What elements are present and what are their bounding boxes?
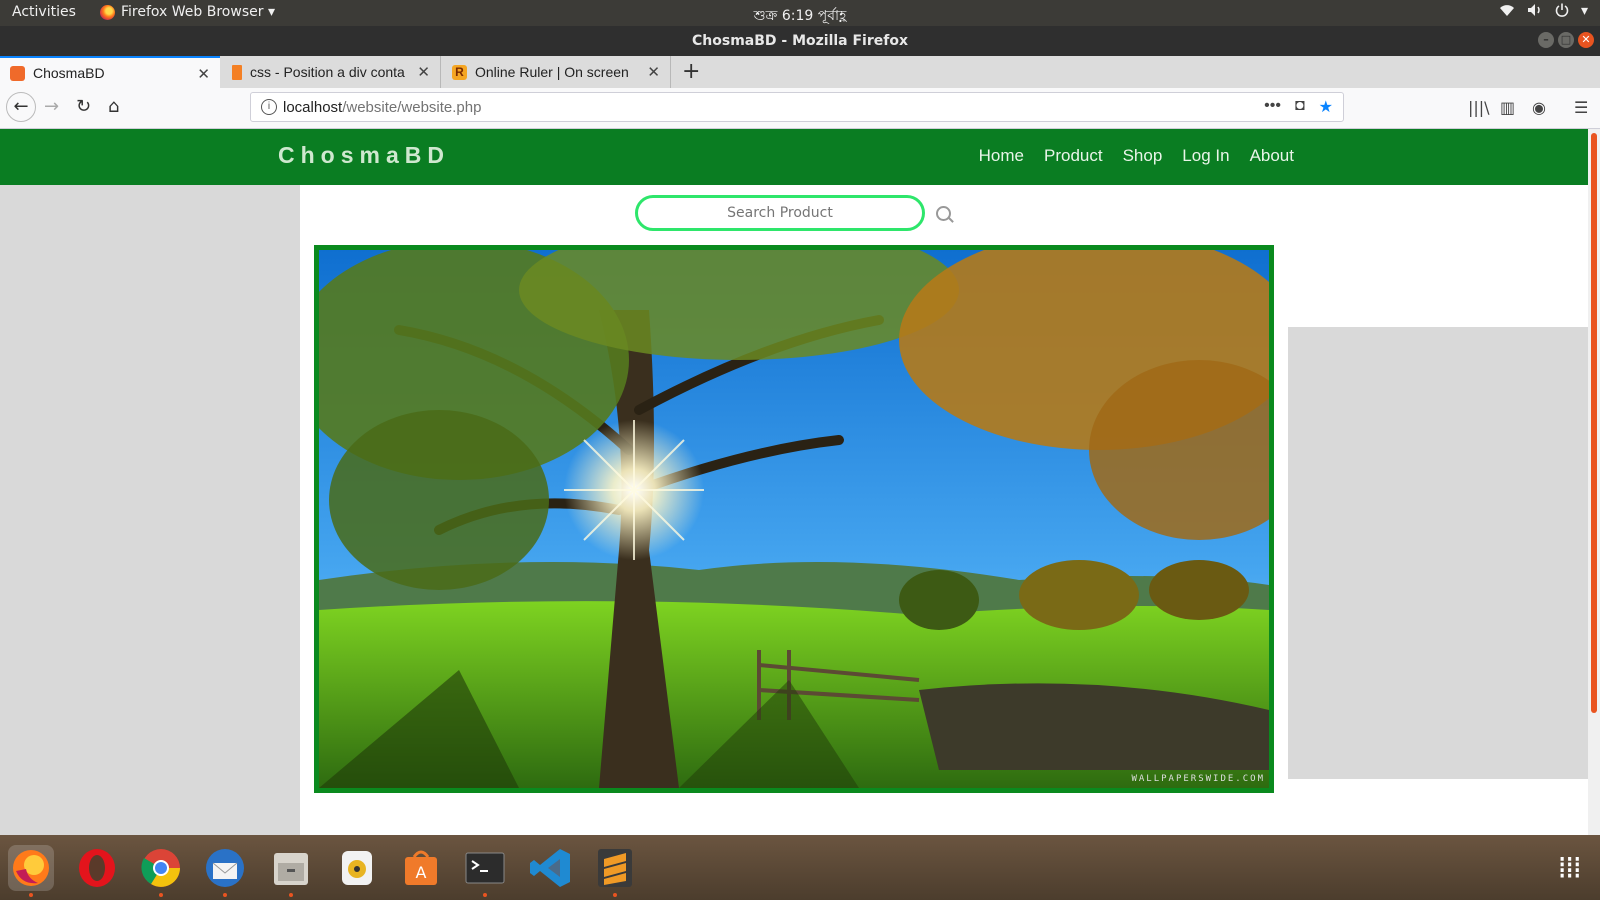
dock-software-center[interactable]: A: [398, 845, 444, 891]
running-indicator: [289, 893, 293, 897]
menu-icon[interactable]: ☰: [1574, 98, 1588, 117]
right-sidebar: [1288, 327, 1588, 779]
firefox-icon: [13, 850, 49, 886]
terminal-icon: [465, 852, 505, 884]
tab-label: css - Position a div conta: [250, 64, 405, 80]
running-indicator: [223, 893, 227, 897]
tab-chosmabd[interactable]: ChosmaBD ✕: [0, 56, 220, 88]
site-info-icon[interactable]: i: [261, 99, 277, 115]
dock-rhythmbox[interactable]: [334, 845, 380, 891]
running-indicator: [29, 893, 33, 897]
home-button[interactable]: ⌂: [108, 96, 119, 117]
tab-stackoverflow[interactable]: css - Position a div conta ✕: [222, 56, 441, 88]
stackoverflow-favicon: [232, 64, 242, 80]
maximize-button[interactable]: □: [1558, 32, 1574, 48]
system-tray[interactable]: ▾: [1499, 3, 1588, 21]
page-actions-icon[interactable]: •••: [1264, 97, 1281, 117]
volume-icon[interactable]: [1527, 3, 1543, 21]
window-title: ChosmaBD - Mozilla Firefox: [692, 33, 908, 49]
scrollbar-thumb[interactable]: [1591, 133, 1597, 713]
page-scrollbar[interactable]: [1588, 129, 1600, 835]
opera-icon: [79, 849, 115, 887]
nav-shop[interactable]: Shop: [1123, 146, 1163, 166]
gnome-top-bar: Activities Firefox Web Browser ▾ শুক্র 6…: [0, 0, 1600, 26]
account-icon[interactable]: ◉: [1532, 98, 1546, 117]
site-header: ChosmaBD Home Product Shop Log In About: [0, 129, 1588, 185]
nav-about[interactable]: About: [1250, 146, 1294, 166]
sidebar-icon[interactable]: ▥: [1500, 98, 1515, 117]
web-page: ChosmaBD Home Product Shop Log In About: [0, 129, 1600, 835]
software-center-icon: A: [405, 850, 437, 885]
nav-product[interactable]: Product: [1044, 146, 1103, 166]
dock-vscode[interactable]: [528, 845, 574, 891]
site-favicon: [10, 65, 25, 81]
window-title-bar[interactable]: ChosmaBD - Mozilla Firefox – □ ✕: [0, 26, 1600, 56]
running-indicator: [613, 893, 617, 897]
hero-image: WALLPAPERSWIDE.COM: [314, 245, 1274, 793]
vscode-icon: [530, 849, 570, 887]
dock-sublime-text[interactable]: [592, 845, 638, 897]
svg-text:A: A: [416, 863, 427, 882]
search-input[interactable]: [635, 195, 925, 231]
site-nav: Home Product Shop Log In About: [979, 146, 1294, 166]
close-window-button[interactable]: ✕: [1578, 32, 1594, 48]
reload-button[interactable]: ↻: [76, 96, 91, 117]
minimize-button[interactable]: –: [1538, 32, 1554, 48]
running-indicator: [159, 893, 163, 897]
site-brand[interactable]: ChosmaBD: [278, 142, 450, 169]
pocket-icon[interactable]: ◘: [1295, 97, 1305, 117]
search-icon[interactable]: [936, 206, 951, 221]
bookmark-star-icon[interactable]: ★: [1319, 97, 1333, 117]
dock-thunderbird[interactable]: [202, 845, 248, 897]
ubuntu-dock: A ⁞⁞⁞: [0, 835, 1600, 900]
dock-files[interactable]: [268, 845, 314, 897]
wifi-icon[interactable]: [1499, 3, 1515, 21]
close-tab-icon[interactable]: ✕: [417, 63, 430, 81]
image-watermark: WALLPAPERSWIDE.COM: [1131, 774, 1265, 784]
dock-opera[interactable]: [74, 845, 120, 891]
ruler-favicon: R: [452, 64, 467, 80]
running-indicator: [483, 893, 487, 897]
tab-label: ChosmaBD: [33, 65, 105, 81]
sublime-text-icon: [598, 849, 632, 887]
dock-terminal[interactable]: [462, 845, 508, 897]
landscape-photo: [319, 250, 1269, 788]
thunderbird-icon: [206, 849, 244, 887]
chrome-icon: [141, 849, 180, 887]
close-tab-icon[interactable]: ✕: [647, 63, 660, 81]
navigation-toolbar: ← → ↻ ⌂ i localhost/website/website.php …: [0, 88, 1600, 129]
power-icon[interactable]: [1555, 3, 1569, 21]
tab-online-ruler[interactable]: R Online Ruler | On screen ✕: [442, 56, 671, 88]
nav-login[interactable]: Log In: [1182, 146, 1229, 166]
clock[interactable]: শুক্র 6:19 পূর্বাহ্ণ: [0, 4, 1600, 28]
url-host: localhost: [283, 99, 343, 116]
library-icon[interactable]: |||\: [1468, 98, 1490, 117]
forward-button[interactable]: →: [44, 96, 59, 117]
rhythmbox-icon: [342, 851, 372, 885]
close-tab-icon[interactable]: ✕: [197, 65, 210, 83]
tab-strip: ChosmaBD ✕ css - Position a div conta ✕ …: [0, 56, 1600, 88]
back-button[interactable]: ←: [6, 92, 36, 122]
files-icon: [274, 853, 308, 885]
tab-label: Online Ruler | On screen: [475, 64, 629, 80]
url-path: /website/website.php: [342, 99, 482, 116]
url-text[interactable]: localhost/website/website.php: [283, 99, 481, 116]
new-tab-button[interactable]: +: [682, 59, 700, 84]
nav-home[interactable]: Home: [979, 146, 1024, 166]
chevron-down-icon[interactable]: ▾: [1581, 3, 1588, 21]
url-bar[interactable]: i localhost/website/website.php ••• ◘ ★: [250, 92, 1344, 122]
dock-chrome[interactable]: [138, 845, 184, 897]
show-applications-icon[interactable]: ⁞⁞⁞: [1557, 851, 1582, 886]
dock-firefox[interactable]: [8, 845, 54, 897]
